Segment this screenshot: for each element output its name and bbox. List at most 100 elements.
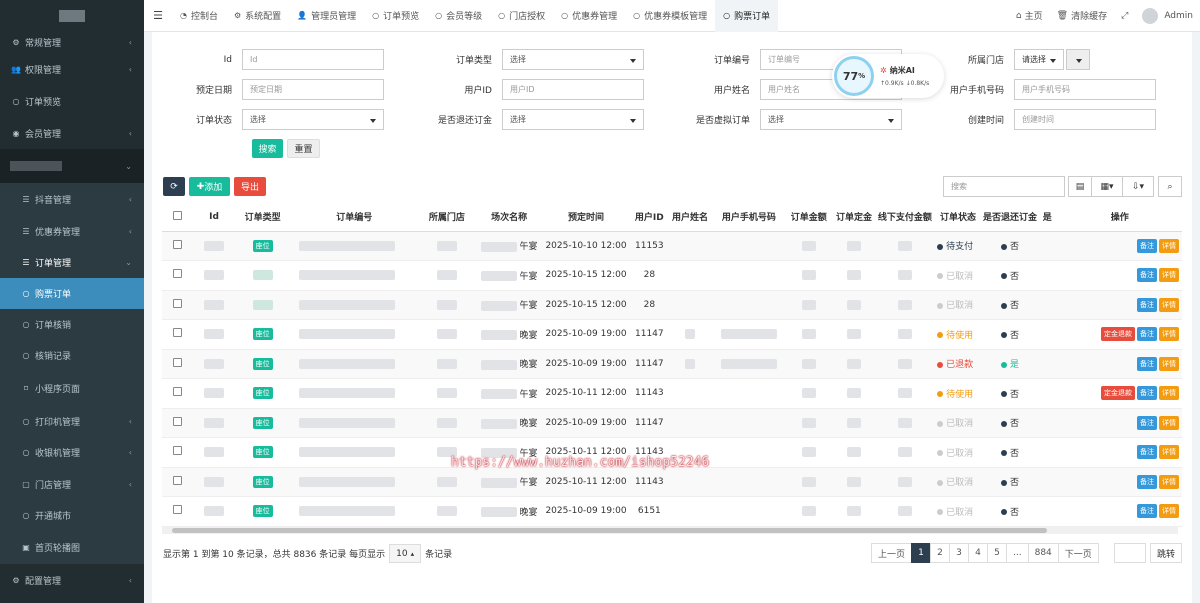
column-header[interactable]: 用户手机号码 [711, 203, 787, 232]
table-search-input[interactable]: 搜索 [943, 176, 1065, 197]
op-button[interactable]: 备注 [1137, 474, 1157, 489]
network-monitor-widget[interactable]: 77% ✲ 纳米AI ↑0.9K/s ↓0.8K/s [832, 54, 944, 98]
op-button[interactable]: 详情 [1159, 504, 1179, 519]
logo[interactable] [0, 0, 144, 32]
tab-5[interactable]: ○ 门店授权 [490, 0, 553, 32]
sidebar-item-10[interactable]: ○ 核销记录 [0, 340, 144, 371]
filter-input-0-0[interactable]: Id [242, 49, 384, 70]
home-link[interactable]: ⌂ 主页 [1009, 9, 1050, 23]
column-header[interactable]: 是否退还订金 [982, 203, 1038, 232]
op-button[interactable]: 备注 [1137, 504, 1157, 519]
sidebar-item-11[interactable]: ⌑ 小程序页面 [0, 371, 144, 405]
table-row[interactable]: 座位 午宴 2025-10-10 12:00 11153 待支付否备注 详情 [162, 231, 1182, 261]
table-row[interactable]: 座位 午宴 2025-10-11 12:00 11143 待使用否定金退款 备注 详情 [162, 378, 1182, 409]
sidebar-item-3[interactable]: ◉ 会员管理 ‹ [0, 117, 144, 149]
table-row[interactable]: 座位 晚宴 2025-10-09 19:00 11147 已退款是备注 详情 [162, 349, 1182, 379]
page-button[interactable]: 4 [968, 543, 989, 563]
filter-input-1-1[interactable]: 用户ID [502, 79, 644, 100]
column-header[interactable]: 线下支付金额 [876, 203, 934, 232]
page-button[interactable]: 2 [930, 543, 951, 563]
filter-input-1-0[interactable]: 预定日期 [242, 79, 384, 100]
column-header[interactable]: 订单类型 [234, 203, 291, 232]
sidebar-item-17[interactable]: ⚙ 配置管理 ‹ [0, 564, 144, 597]
menu-toggle-icon[interactable]: ☰ [144, 9, 172, 22]
op-button[interactable]: 备注 [1137, 327, 1157, 342]
op-button[interactable]: 详情 [1159, 474, 1179, 489]
user-menu[interactable]: Admin [1135, 7, 1200, 24]
column-header[interactable]: 订单状态 [933, 203, 983, 232]
table-row[interactable]: 座位 午宴 2025-10-11 12:00 11143 已取消否备注 详情 [162, 467, 1182, 497]
horizontal-scrollbar[interactable] [162, 527, 1178, 534]
filter-input-0-1[interactable]: 选择 [502, 49, 644, 70]
sidebar-item-0[interactable]: ⚙ 常规管理 ‹ [0, 32, 144, 53]
table-row[interactable]: 座位 晚宴 2025-10-09 19:00 11147 待使用否定金退款 备注 详情 [162, 319, 1182, 350]
row-checkbox[interactable] [162, 231, 194, 261]
column-header[interactable]: 场次名称 [476, 203, 542, 232]
column-header[interactable]: 用户姓名 [668, 203, 712, 232]
page-button[interactable]: 上一页 [871, 543, 913, 563]
op-button[interactable]: 详情 [1159, 268, 1179, 283]
tab-1[interactable]: ⚙ 系统配置 [226, 0, 289, 32]
op-button[interactable]: 定金退款 [1101, 386, 1135, 401]
tab-2[interactable]: 👤 管理员管理 [289, 0, 364, 32]
sidebar-item-14[interactable]: ▢ 门店管理 ‹ [0, 468, 144, 500]
op-button[interactable]: 备注 [1137, 238, 1157, 253]
op-button[interactable]: 详情 [1159, 327, 1179, 342]
filter-input-2-0[interactable]: 选择 [242, 109, 384, 130]
row-checkbox[interactable] [162, 408, 194, 438]
sidebar-item-4[interactable]: ⌄ [0, 149, 144, 183]
sidebar-item-6[interactable]: ☰ 优惠券管理 ‹ [0, 215, 144, 247]
column-header[interactable]: 所属门店 [417, 203, 477, 232]
filter-input-2-2[interactable]: 选择 [760, 109, 902, 130]
tab-7[interactable]: ○ 优惠券模板管理 [625, 0, 715, 32]
op-button[interactable]: 详情 [1159, 415, 1179, 430]
op-button[interactable]: 备注 [1137, 445, 1157, 460]
row-checkbox[interactable] [162, 290, 194, 320]
jump-button[interactable]: 跳转 [1150, 543, 1182, 563]
filter-input-2-1[interactable]: 选择 [502, 109, 644, 130]
sidebar-item-16[interactable]: ▣ 首页轮播图 [0, 531, 144, 564]
op-button[interactable]: 详情 [1159, 238, 1179, 253]
row-checkbox[interactable] [162, 378, 194, 409]
sidebar-item-12[interactable]: ○ 打印机管理 ‹ [0, 405, 144, 437]
filter-input-1-3[interactable]: 用户手机号码 [1014, 79, 1156, 100]
reset-button[interactable]: 重置 [287, 139, 320, 158]
op-button[interactable]: 备注 [1137, 268, 1157, 283]
tab-0[interactable]: ◔ 控制台 [172, 0, 226, 32]
tab-3[interactable]: ○ 订单预览 [364, 0, 427, 32]
op-button[interactable]: 备注 [1137, 386, 1157, 401]
op-button[interactable]: 详情 [1159, 297, 1179, 312]
columns-icon[interactable]: ▦▾ [1091, 176, 1123, 197]
row-checkbox[interactable] [162, 496, 194, 527]
tab-4[interactable]: ○ 会员等级 [427, 0, 490, 32]
search-button[interactable]: 搜索 [252, 139, 283, 158]
toggle-view-icon[interactable]: ▤ [1068, 176, 1092, 197]
column-header[interactable]: 订单编号 [290, 203, 418, 232]
sidebar-item-15[interactable]: ○ 开通城市 [0, 500, 144, 531]
column-header[interactable]: 操作 [1057, 203, 1182, 232]
op-button[interactable]: 定金退款 [1101, 327, 1135, 342]
op-button[interactable]: 详情 [1159, 386, 1179, 401]
page-size-select[interactable]: 10 ▴ [389, 544, 422, 563]
store-sub-select[interactable] [1066, 49, 1090, 70]
sidebar-item-7[interactable]: ☰ 订单管理 ⌄ [0, 247, 144, 278]
op-button[interactable]: 备注 [1137, 415, 1157, 430]
page-button[interactable]: 5 [987, 543, 1008, 563]
column-header[interactable]: 订单定金 [831, 203, 877, 232]
op-button[interactable]: 备注 [1137, 297, 1157, 312]
page-button[interactable]: 3 [949, 543, 970, 563]
sidebar-item-8[interactable]: ○ 购票订单 [0, 278, 144, 309]
column-header[interactable]: 订单金额 [786, 203, 832, 232]
refresh-icon[interactable]: ⟳ [163, 177, 185, 196]
op-button[interactable]: 备注 [1137, 356, 1157, 371]
table-row[interactable]: 午宴 2025-10-15 12:00 28 已取消否备注 详情 [162, 290, 1182, 320]
row-checkbox[interactable] [162, 349, 194, 379]
select-all-checkbox[interactable] [162, 203, 194, 232]
column-header[interactable]: 是 [1037, 203, 1058, 232]
op-button[interactable]: 详情 [1159, 445, 1179, 460]
sidebar-item-2[interactable]: ○ 订单预览 [0, 85, 144, 117]
row-checkbox[interactable] [162, 467, 194, 497]
page-button[interactable]: ... [1006, 543, 1029, 563]
store-select[interactable]: 请选择 [1014, 49, 1064, 70]
advanced-search-icon[interactable]: ⌕ [1158, 176, 1182, 197]
